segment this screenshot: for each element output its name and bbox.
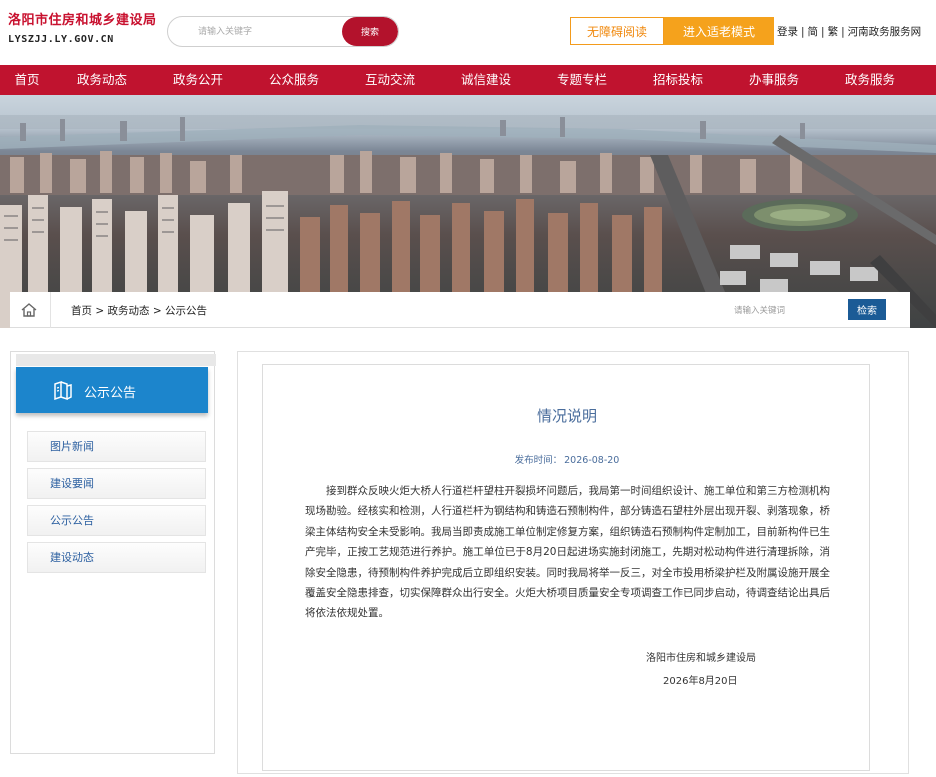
sidebar-top-decoration: [16, 354, 216, 366]
sidebar-item-announcements[interactable]: 公示公告: [27, 505, 206, 536]
elderly-mode-button[interactable]: 进入适老模式: [664, 17, 774, 45]
breadcrumb-separator: >: [149, 305, 165, 317]
article-date-value: 2026-08-20: [564, 455, 620, 466]
header-search-button[interactable]: 搜索: [342, 17, 398, 46]
breadcrumb-home[interactable]: 首页: [71, 305, 92, 317]
breadcrumb-announcements[interactable]: 公示公告: [165, 305, 207, 317]
sidebar-item-photo-news[interactable]: 图片新闻: [27, 431, 206, 462]
sidebar: 公示公告 图片新闻 建设要闻 公示公告 建设动态: [10, 351, 216, 754]
logo-domain: LYSZJJ.LY.GOV.CN: [8, 34, 114, 45]
simplified-link[interactable]: 简: [808, 26, 819, 38]
nav-item-integrity[interactable]: 诚信建设: [438, 65, 534, 95]
site-header: 洛阳市住房和城乡建设局 LYSZJJ.LY.GOV.CN 搜索 无障碍阅读 进入…: [0, 0, 936, 65]
nav-item-gov-news[interactable]: 政务动态: [54, 65, 150, 95]
login-link[interactable]: 登录: [777, 26, 798, 38]
nav-item-bidding[interactable]: 招标投标: [630, 65, 726, 95]
traditional-link[interactable]: 繁: [828, 26, 839, 38]
article-body: 接到群众反映火炬大桥人行道栏杆望柱开裂损坏问题后，我局第一时间组织设计、施工单位…: [305, 485, 830, 620]
top-links: 登录 | 简 | 繁 | 河南政务服务网: [777, 24, 921, 39]
header-search: 搜索: [167, 16, 399, 47]
top-link-separator: |: [841, 26, 845, 38]
accessible-reading-button[interactable]: 无障碍阅读: [570, 17, 664, 45]
nav-item-interaction[interactable]: 互动交流: [342, 65, 438, 95]
nav-item-gov-open[interactable]: 政务公开: [150, 65, 246, 95]
article-date: 发布时间： 2026-08-20: [263, 452, 871, 466]
nav-item-services[interactable]: 办事服务: [726, 65, 822, 95]
sidebar-title: 公示公告: [84, 386, 137, 401]
site-search-button[interactable]: 检索: [848, 299, 886, 320]
article-signature-date: 2026年8月20日: [663, 676, 738, 687]
main-panel: 情况说明 发布时间： 2026-08-20 接到群众反映火炬大桥人行道栏杆望柱开裂…: [237, 351, 909, 774]
top-link-separator: |: [801, 26, 805, 38]
article-title: 情况说明: [536, 407, 597, 425]
nav-item-home[interactable]: 首页: [0, 65, 54, 95]
nav-item-special-topics[interactable]: 专题专栏: [534, 65, 630, 95]
henan-service-link[interactable]: 河南政务服务网: [848, 26, 922, 38]
sidebar-item-construction-news[interactable]: 建设要闻: [27, 468, 206, 499]
logo-chinese-name: 洛阳市住房和城乡建设局: [8, 13, 157, 28]
breadcrumb-bar: 首页 > 政务动态 > 公示公告 检索: [10, 292, 910, 328]
main-nav: 首页 政务动态 政务公开 公众服务 互动交流 诚信建设 专题专栏 招标投标 办事…: [0, 65, 936, 95]
sidebar-item-construction-updates[interactable]: 建设动态: [27, 542, 206, 573]
header-search-input[interactable]: [168, 17, 344, 46]
nav-item-gov-services[interactable]: 政务服务: [822, 65, 918, 95]
article-date-label: 发布时间：: [514, 455, 563, 466]
top-link-separator: |: [821, 26, 825, 38]
sidebar-list: 图片新闻 建设要闻 公示公告 建设动态: [27, 431, 206, 579]
home-icon[interactable]: [20, 302, 38, 318]
site-logo[interactable]: 洛阳市住房和城乡建设局 LYSZJJ.LY.GOV.CN: [8, 9, 157, 45]
site-search-input[interactable]: [722, 300, 842, 322]
book-icon: [54, 380, 72, 400]
breadcrumb-separator: >: [92, 305, 108, 317]
nav-item-public-service[interactable]: 公众服务: [246, 65, 342, 95]
article-signature: 洛阳市住房和城乡建设局: [646, 653, 756, 664]
sidebar-header: 公示公告: [16, 367, 208, 413]
article-container: 情况说明 发布时间： 2026-08-20 接到群众反映火炬大桥人行道栏杆望柱开裂…: [262, 364, 870, 771]
breadcrumb: 首页 > 政务动态 > 公示公告: [71, 303, 207, 318]
breadcrumb-gov-news[interactable]: 政务动态: [107, 305, 149, 317]
breadcrumb-divider: [50, 292, 51, 328]
